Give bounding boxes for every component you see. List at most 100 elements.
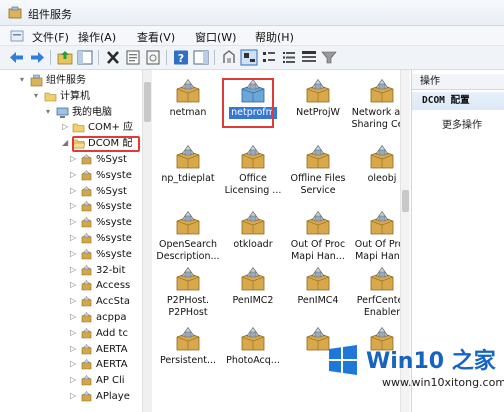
expand-arrow-icon[interactable]: ▷ <box>70 328 78 338</box>
dcom-item[interactable]: PenIMC4 <box>285 266 351 307</box>
dcom-item[interactable]: NetProjW <box>285 78 351 119</box>
dcom-item[interactable]: OpenSearch Description... <box>155 210 221 263</box>
expand-arrow-icon[interactable]: ▷ <box>70 312 78 322</box>
menu-action[interactable]: 操作(A) <box>78 29 116 45</box>
package-icon <box>370 144 394 169</box>
delete-x-icon <box>107 51 119 64</box>
dcom-item[interactable]: otkloadr <box>220 210 286 251</box>
delete-button[interactable] <box>104 49 122 66</box>
action-pane-icon <box>193 50 209 65</box>
package-icon <box>81 185 92 196</box>
tree-item-label: COM+ 应 <box>88 122 134 134</box>
expand-arrow-icon[interactable]: ▾ <box>34 91 42 101</box>
properties-button[interactable] <box>124 49 142 66</box>
list-view-button[interactable] <box>280 49 298 66</box>
tree-item-label: Add tc <box>96 327 128 339</box>
expand-arrow-icon[interactable]: ▷ <box>70 201 78 211</box>
toolbar-separator <box>214 50 215 65</box>
dcom-item[interactable]: Out Of Proc Mapi Han... <box>285 210 351 263</box>
up-folder-button[interactable] <box>56 49 74 66</box>
actions-section-dcom[interactable]: DCOM 配置 <box>412 92 504 110</box>
menu-window[interactable]: 窗口(W) <box>195 29 236 45</box>
dcom-item-label: PenIMC4 <box>297 295 339 306</box>
expand-arrow-icon[interactable]: ▷ <box>70 391 78 401</box>
package-icon <box>81 248 92 260</box>
dcom-item[interactable]: Offline Files Service <box>285 144 351 197</box>
dcom-item[interactable]: Persistent... <box>155 326 221 367</box>
toolbar: ? <box>0 46 504 70</box>
tree-scrollbar[interactable] <box>142 70 152 412</box>
package-icon <box>241 210 265 235</box>
back-button[interactable] <box>8 49 26 66</box>
package-icon <box>241 144 265 169</box>
expand-arrow-icon[interactable]: ▷ <box>70 186 78 196</box>
help-button[interactable]: ? <box>172 49 190 66</box>
menu-help[interactable]: 帮助(H) <box>255 29 294 45</box>
package-icon <box>370 210 394 235</box>
package-icon <box>81 169 92 181</box>
expand-arrow-icon[interactable]: ▷ <box>70 170 78 180</box>
package-icon <box>176 266 200 291</box>
console-tree: ▾ 组件服务 ▾ 计算机 ▾ 我的电脑 ▷ COM+ 应 ◢ DCOM 配 ▷ %Syst ▷ %syst… <box>0 70 152 412</box>
dcom-item[interactable]: Office Licensing ... <box>220 144 286 197</box>
detail-view-icon <box>302 51 316 62</box>
expand-arrow-icon[interactable]: ▾ <box>20 75 28 85</box>
detail-view-button[interactable] <box>300 49 318 66</box>
computer-icon <box>56 107 69 118</box>
back-arrow-icon <box>10 52 23 63</box>
large-icons-button[interactable] <box>240 49 258 66</box>
show-hide-tree-button[interactable] <box>76 49 94 66</box>
expand-arrow-icon[interactable]: ◢ <box>62 138 70 148</box>
expand-arrow-icon[interactable]: ▷ <box>70 154 78 164</box>
forward-button[interactable] <box>28 49 46 66</box>
dcom-item[interactable]: PenIMC2 <box>220 266 286 307</box>
watermark-url: www.win10xitong.com <box>382 376 504 389</box>
package-icon <box>306 210 330 235</box>
tree-item-label: DCOM 配 <box>88 138 133 150</box>
expand-arrow-icon[interactable]: ▷ <box>70 296 78 306</box>
menu-view[interactable]: 查看(V) <box>137 29 175 45</box>
expand-arrow-icon[interactable]: ▷ <box>70 359 78 369</box>
tree-item-label: %Syst <box>96 185 127 197</box>
dcom-item-label: netprofm <box>229 107 277 119</box>
expand-arrow-icon[interactable]: ▷ <box>70 375 78 385</box>
more-actions-link[interactable]: 更多操作 <box>442 116 482 131</box>
expand-arrow-icon[interactable]: ▷ <box>70 344 78 354</box>
toolbar-separator <box>50 50 51 65</box>
items-scrollbar-thumb[interactable] <box>402 190 409 212</box>
package-icon <box>176 326 200 351</box>
expand-arrow-icon[interactable]: ▷ <box>70 249 78 259</box>
dcom-item[interactable]: np_tdieplat <box>155 144 221 185</box>
package-icon <box>81 343 92 354</box>
tree-item-label: 32-bit <box>96 264 126 276</box>
tree-item-label: acppa <box>96 312 127 323</box>
package-icon <box>241 78 265 103</box>
console-tree-icon <box>77 50 93 65</box>
system-menu-icon[interactable] <box>10 29 24 43</box>
menu-file[interactable]: 文件(F) <box>32 29 69 45</box>
forward-arrow-icon <box>31 52 44 63</box>
expand-arrow-icon[interactable]: ▷ <box>62 122 70 132</box>
export-list-button[interactable] <box>144 49 162 66</box>
tree-scrollbar-thumb[interactable] <box>144 82 151 122</box>
package-icon <box>370 266 394 291</box>
expand-arrow-icon[interactable]: ▷ <box>70 233 78 243</box>
expand-arrow-icon[interactable]: ▷ <box>70 217 78 227</box>
up-level-button[interactable] <box>220 49 238 66</box>
tree-item-label: APlaye <box>96 391 130 402</box>
package-icon <box>81 327 92 339</box>
show-action-pane-button[interactable] <box>192 49 210 66</box>
dcom-item[interactable]: P2PHost. P2PHost <box>155 266 221 319</box>
dcom-item[interactable]: PhotoAcq... <box>220 326 286 367</box>
dcom-item-label: otkloadr <box>233 239 273 250</box>
tree-item-label: AccSta <box>96 296 131 308</box>
filter-button[interactable] <box>320 49 338 66</box>
expand-arrow-icon[interactable]: ▾ <box>46 107 54 117</box>
dcom-item[interactable]: netman <box>155 78 221 119</box>
expand-arrow-icon[interactable]: ▷ <box>70 280 78 290</box>
large-icons-icon <box>240 49 258 66</box>
expand-arrow-icon[interactable]: ▷ <box>70 265 78 275</box>
filter-icon <box>321 51 337 64</box>
dcom-item[interactable]: netprofm <box>220 78 286 119</box>
small-icons-button[interactable] <box>260 49 278 66</box>
